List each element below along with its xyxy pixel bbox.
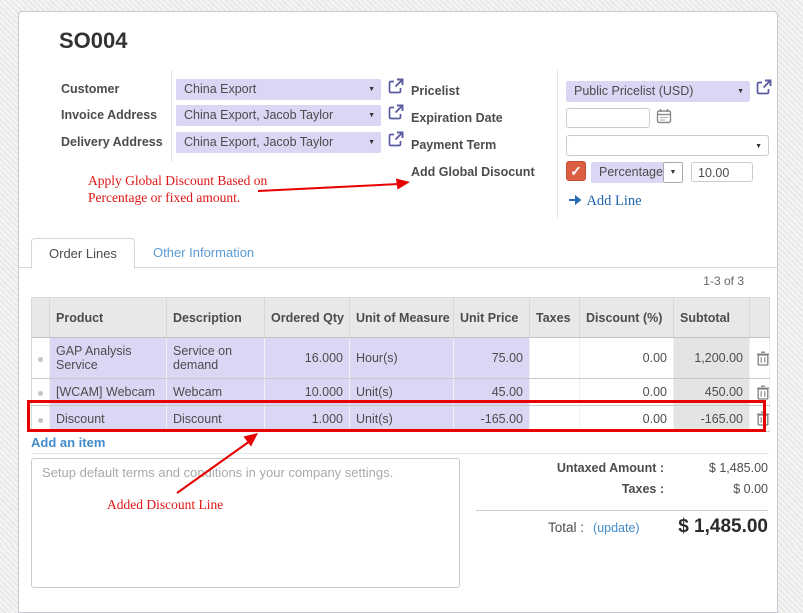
update-total-link[interactable]: (update) [593, 521, 640, 535]
arrow-right-icon [569, 194, 582, 206]
invoice-address-value: China Export, Jacob Taylor [184, 108, 333, 122]
totals-block: Untaxed Amount : $ 1,485.00 Taxes : $ 0.… [476, 461, 768, 538]
discount-type-select[interactable]: Percentage [591, 162, 663, 183]
column-header-description[interactable]: Description [167, 298, 265, 338]
page-title: SO004 [59, 28, 128, 54]
customer-label: Customer [61, 82, 119, 96]
column-header-ordered-qty[interactable]: Ordered Qty [265, 298, 350, 338]
field-column-divider-left [171, 70, 172, 162]
delete-row-button[interactable] [750, 338, 770, 379]
annotation-global-discount-line2: Percentage or fixed amount. [88, 189, 267, 206]
table-row[interactable]: GAP Analysis Service Service on demand 1… [32, 338, 770, 379]
trash-icon [756, 385, 770, 400]
drag-handle-icon[interactable] [32, 338, 50, 379]
tab-other-information[interactable]: Other Information [136, 238, 271, 268]
cell-ordered-qty[interactable]: 16.000 [265, 338, 350, 379]
annotation-added-discount-line: Added Discount Line [107, 496, 223, 513]
untaxed-amount-value: $ 1,485.00 [678, 461, 768, 475]
tab-other-information-label: Other Information [153, 245, 254, 260]
expiration-date-input[interactable] [566, 108, 650, 128]
external-link-icon[interactable] [755, 79, 772, 96]
delivery-address-select[interactable]: China Export, Jacob Taylor ▼ [176, 132, 381, 153]
annotation-global-discount: Apply Global Discount Based on Percentag… [88, 172, 267, 206]
page-background: { "form": { "title": "SO004", "left_fiel… [0, 0, 803, 545]
annotation-rectangle-discount-row [27, 400, 766, 432]
pricelist-value: Public Pricelist (USD) [574, 84, 693, 98]
chevron-down-icon: ▼ [368, 132, 375, 153]
cell-subtotal: 1,200.00 [674, 338, 750, 379]
taxes-value: $ 0.00 [678, 482, 768, 496]
customer-value: China Export [184, 82, 256, 96]
chevron-down-icon: ▼ [755, 136, 762, 157]
discount-type-dropdown-button[interactable]: ▼ [663, 162, 683, 183]
column-header-unit-price[interactable]: Unit Price [454, 298, 530, 338]
pricelist-label: Pricelist [411, 84, 460, 98]
external-link-icon[interactable] [387, 78, 404, 95]
payment-term-select[interactable]: ▼ [566, 135, 769, 156]
form-sheet: SO004 Customer China Export ▼ Invoice Ad… [18, 11, 778, 613]
section-divider [31, 453, 769, 454]
notebook-tabbar: Order Lines Other Information [19, 237, 777, 268]
cell-taxes[interactable] [530, 338, 580, 379]
global-discount-label: Add Global Disocunt [411, 165, 535, 179]
invoice-address-select[interactable]: China Export, Jacob Taylor ▼ [176, 105, 381, 126]
customer-select[interactable]: China Export ▼ [176, 79, 381, 100]
column-header-handle [32, 298, 50, 338]
calendar-icon[interactable] [656, 108, 672, 124]
annotation-global-discount-line1: Apply Global Discount Based on [88, 172, 267, 189]
cell-unit-price[interactable]: 75.00 [454, 338, 530, 379]
chevron-down-icon: ▼ [737, 81, 744, 102]
expiration-date-label: Expiration Date [411, 111, 503, 125]
taxes-label: Taxes : [476, 482, 678, 496]
invoice-address-label: Invoice Address [61, 108, 157, 122]
cell-discount[interactable]: 0.00 [580, 338, 674, 379]
total-label: Total : [548, 520, 584, 535]
table-header-row: Product Description Ordered Qty Unit of … [32, 298, 770, 338]
untaxed-amount-label: Untaxed Amount : [476, 461, 678, 475]
add-line-button[interactable]: Add Line [569, 192, 642, 210]
total-value: $ 1,485.00 [640, 516, 768, 538]
discount-type-value: Percentage [599, 165, 663, 179]
column-header-actions [750, 298, 770, 338]
terms-and-conditions-textarea[interactable] [31, 458, 460, 588]
column-header-product[interactable]: Product [50, 298, 167, 338]
chevron-down-icon: ▼ [368, 79, 375, 100]
tab-order-lines[interactable]: Order Lines [31, 238, 135, 269]
chevron-down-icon: ▼ [368, 105, 375, 126]
global-discount-checkbox[interactable]: ✓ [566, 161, 586, 181]
add-line-label: Add Line [586, 193, 641, 209]
column-header-unit-of-measure[interactable]: Unit of Measure [350, 298, 454, 338]
tab-order-lines-label: Order Lines [49, 246, 117, 261]
discount-rate-value: 10.00 [698, 166, 729, 180]
delivery-address-label: Delivery Address [61, 135, 163, 149]
discount-rate-input[interactable]: 10.00 [691, 162, 753, 182]
external-link-icon[interactable] [387, 131, 404, 148]
trash-icon [756, 351, 770, 366]
cell-description[interactable]: Service on demand [167, 338, 265, 379]
column-header-taxes[interactable]: Taxes [530, 298, 580, 338]
external-link-icon[interactable] [387, 104, 404, 121]
cell-unit-of-measure[interactable]: Hour(s) [350, 338, 454, 379]
pricelist-select[interactable]: Public Pricelist (USD) ▼ [566, 81, 750, 102]
column-header-subtotal[interactable]: Subtotal [674, 298, 750, 338]
pager: 1-3 of 3 [703, 274, 744, 288]
column-header-discount[interactable]: Discount (%) [580, 298, 674, 338]
payment-term-label: Payment Term [411, 138, 496, 152]
delivery-address-value: China Export, Jacob Taylor [184, 135, 333, 149]
totals-divider [476, 510, 768, 511]
cell-product[interactable]: GAP Analysis Service [50, 338, 167, 379]
add-an-item-link[interactable]: Add an item [31, 435, 105, 450]
field-column-divider-right [557, 70, 558, 218]
